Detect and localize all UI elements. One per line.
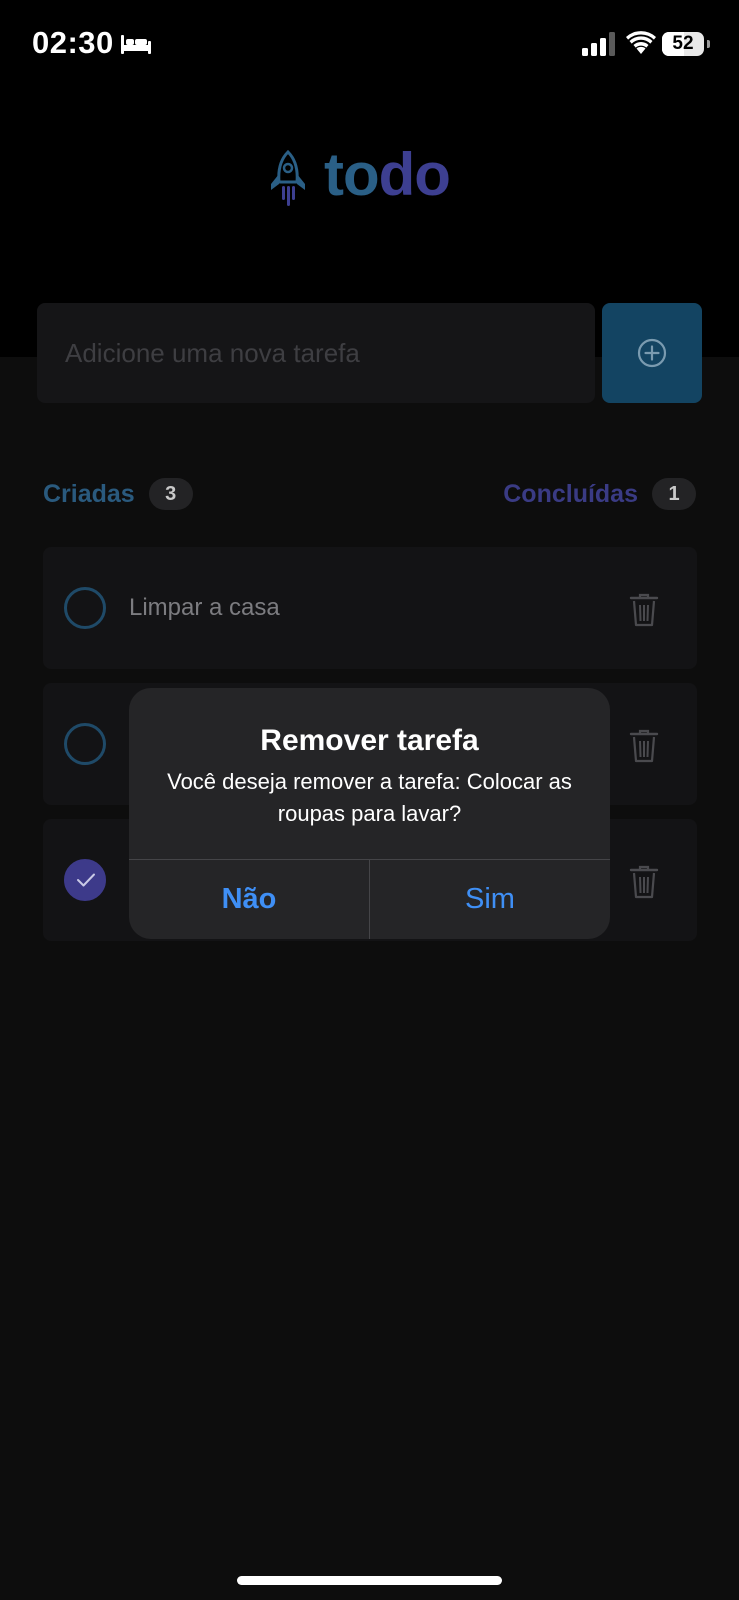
trash-icon[interactable] — [629, 593, 659, 627]
cellular-signal-icon — [582, 32, 615, 56]
dialog-title: Remover tarefa — [260, 724, 479, 757]
created-counter: Criadas 3 — [43, 478, 193, 510]
done-counter: Concluídas 1 — [503, 478, 696, 510]
status-time: 02:30 — [32, 25, 114, 60]
new-task-input[interactable] — [37, 303, 595, 403]
bed-icon — [121, 35, 151, 54]
trash-icon[interactable] — [629, 865, 659, 899]
done-label: Concluídas — [503, 479, 638, 508]
task-checkbox[interactable] — [64, 723, 106, 765]
logo-text-to: to — [324, 141, 380, 208]
status-bar: 02:30 52 — [0, 0, 739, 90]
battery-indicator: 52 — [662, 32, 710, 56]
battery-level: 52 — [672, 33, 694, 54]
created-label: Criadas — [43, 479, 135, 508]
home-indicator[interactable] — [237, 1576, 502, 1585]
remove-task-dialog: Remover tarefa Você deseja remover a tar… — [129, 688, 610, 939]
dialog-cancel-button[interactable]: Não — [129, 860, 369, 939]
task-text: Limpar a casa — [129, 594, 280, 621]
created-count-badge: 3 — [148, 478, 193, 510]
task-item: Limpar a casa — [43, 547, 697, 669]
rocket-icon — [271, 150, 305, 206]
checkmark-icon — [77, 873, 95, 887]
logo-text-do: do — [378, 141, 451, 208]
plus-circle-icon — [637, 338, 667, 368]
trash-icon[interactable] — [629, 729, 659, 763]
app-logo: todo — [268, 140, 488, 210]
dialog-confirm-button[interactable]: Sim — [370, 860, 610, 939]
add-task-button[interactable] — [602, 303, 702, 403]
dialog-message: Você deseja remover a tarefa: Colocar as… — [167, 769, 572, 826]
done-count-badge: 1 — [652, 478, 696, 510]
task-checkbox-checked[interactable] — [64, 859, 106, 901]
logo-text: todo — [324, 140, 451, 210]
battery-cap — [707, 40, 710, 48]
wifi-icon — [626, 31, 656, 54]
task-checkbox[interactable] — [64, 587, 106, 629]
